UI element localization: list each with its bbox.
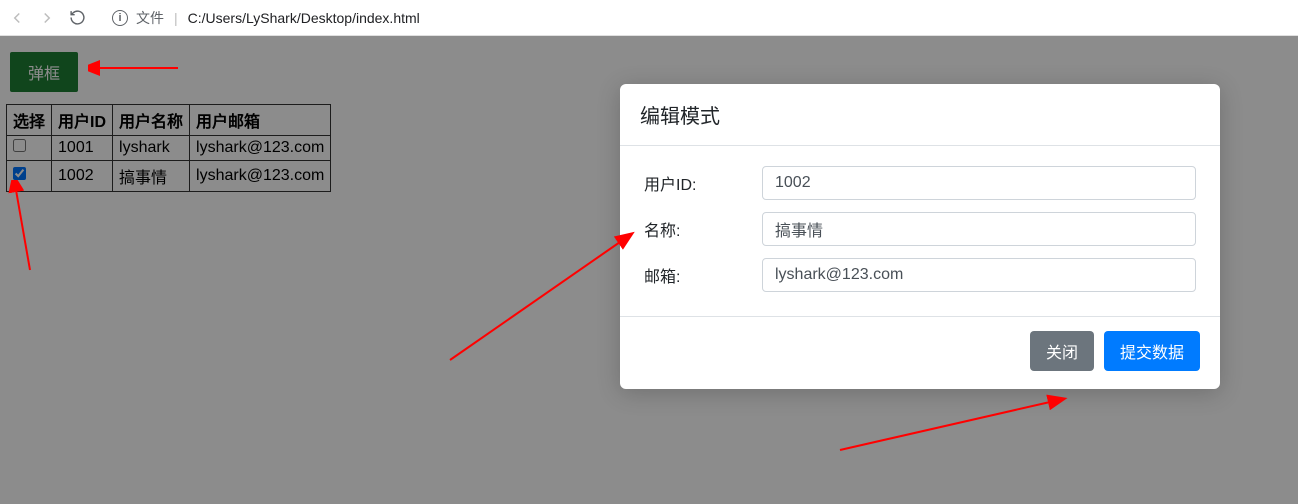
modal-title: 编辑模式 [620, 84, 1220, 146]
input-username[interactable] [762, 212, 1196, 246]
url-scheme-label: 文件 [136, 8, 164, 28]
info-icon[interactable]: i [112, 10, 128, 26]
url-path: C:/Users/LyShark/Desktop/index.html [188, 10, 420, 26]
url-separator: | [174, 10, 178, 26]
address-bar[interactable]: i 文件 | C:/Users/LyShark/Desktop/index.ht… [98, 8, 1290, 28]
browser-toolbar: i 文件 | C:/Users/LyShark/Desktop/index.ht… [0, 0, 1298, 36]
modal-footer: 关闭 提交数据 [620, 316, 1220, 389]
edit-modal: 编辑模式 用户ID: 名称: 邮箱: 关闭 提交数据 [620, 84, 1220, 389]
label-userid: 用户ID: [644, 171, 762, 195]
modal-body: 用户ID: 名称: 邮箱: [620, 146, 1220, 316]
reload-icon[interactable] [68, 9, 86, 27]
back-icon[interactable] [8, 9, 26, 27]
close-button[interactable]: 关闭 [1030, 331, 1094, 371]
submit-button[interactable]: 提交数据 [1104, 331, 1200, 371]
input-userid[interactable] [762, 166, 1196, 200]
label-useremail: 邮箱: [644, 263, 762, 287]
input-useremail[interactable] [762, 258, 1196, 292]
label-username: 名称: [644, 217, 762, 241]
forward-icon[interactable] [38, 9, 56, 27]
